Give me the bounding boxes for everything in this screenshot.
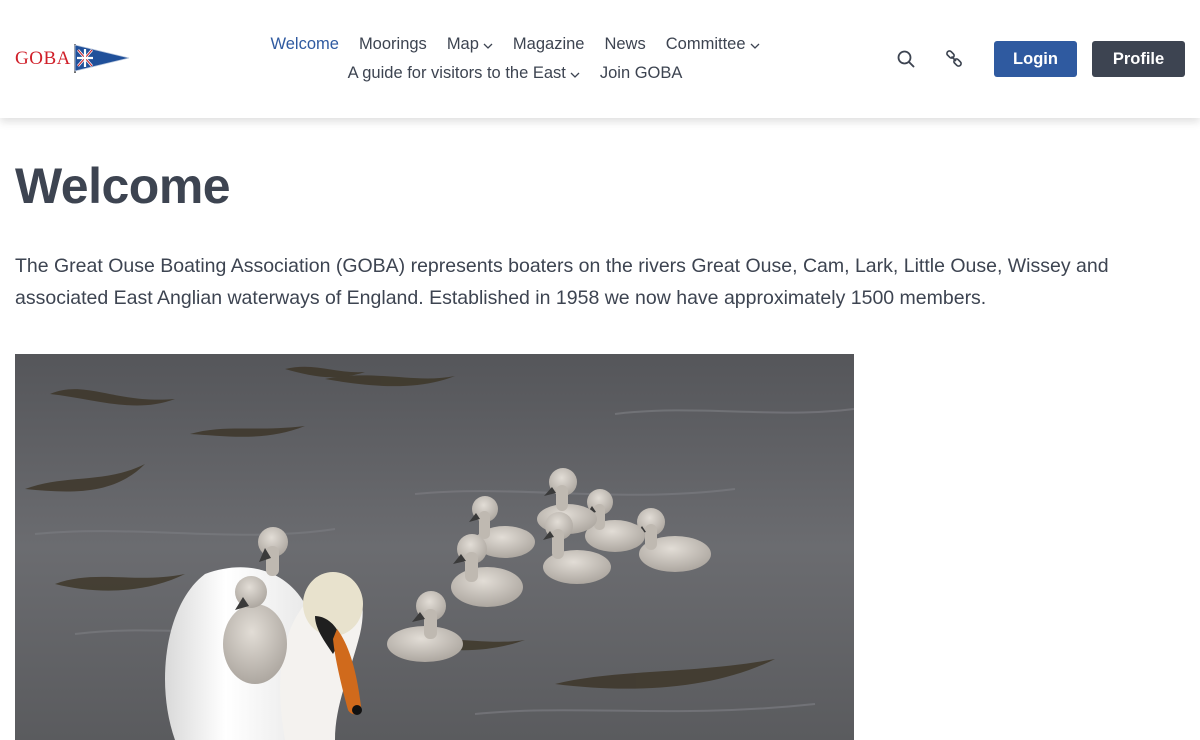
- chevron-down-icon: [570, 72, 580, 78]
- nav-item-join-goba[interactable]: Join GOBA: [600, 64, 683, 83]
- nav-row-primary: Welcome Moorings Map Magazine News Commi…: [230, 30, 800, 59]
- link-icon: [946, 50, 962, 67]
- login-button[interactable]: Login: [994, 41, 1077, 77]
- page-title: Welcome: [15, 158, 231, 214]
- chevron-down-icon: [750, 43, 759, 49]
- nav-item-welcome[interactable]: Welcome: [270, 35, 338, 54]
- nav-item-label: Join GOBA: [599, 64, 683, 82]
- logo-text: GOBA: [15, 47, 71, 69]
- nav-item-label: Map: [446, 35, 479, 53]
- nav-item-label: Committee: [665, 35, 746, 53]
- nav-item-label: News: [604, 35, 646, 53]
- nav-item-moorings[interactable]: Moorings: [359, 35, 427, 54]
- nav-item-map[interactable]: Map: [447, 35, 493, 54]
- nav-item-label: Magazine: [512, 35, 585, 53]
- profile-button[interactable]: Profile: [1092, 41, 1185, 77]
- nav-item-visitors-guide[interactable]: A guide for visitors to the East: [348, 64, 580, 83]
- link-button[interactable]: [941, 46, 967, 72]
- search-button[interactable]: [893, 46, 919, 72]
- nav-item-label: A guide for visitors to the East: [347, 64, 566, 82]
- site-header: GOBA Welcome Moorings Map Magazine News …: [0, 0, 1200, 118]
- flag-icon: [74, 44, 129, 73]
- nav-item-committee[interactable]: Committee: [666, 35, 760, 54]
- nav-item-news[interactable]: News: [604, 35, 645, 54]
- nav-item-label: Welcome: [270, 35, 339, 53]
- hero-image: [15, 354, 854, 740]
- main-navigation: Welcome Moorings Map Magazine News Commi…: [230, 30, 800, 88]
- swan-cygnets-illustration: [15, 354, 854, 740]
- nav-item-label: Moorings: [358, 35, 427, 53]
- chevron-down-icon: [483, 43, 493, 49]
- site-logo[interactable]: GOBA: [15, 40, 139, 76]
- intro-paragraph: The Great Ouse Boating Association (GOBA…: [15, 255, 1109, 309]
- nav-row-secondary: A guide for visitors to the East Join GO…: [230, 59, 800, 88]
- search-icon: [897, 50, 915, 68]
- nav-item-magazine[interactable]: Magazine: [513, 35, 585, 54]
